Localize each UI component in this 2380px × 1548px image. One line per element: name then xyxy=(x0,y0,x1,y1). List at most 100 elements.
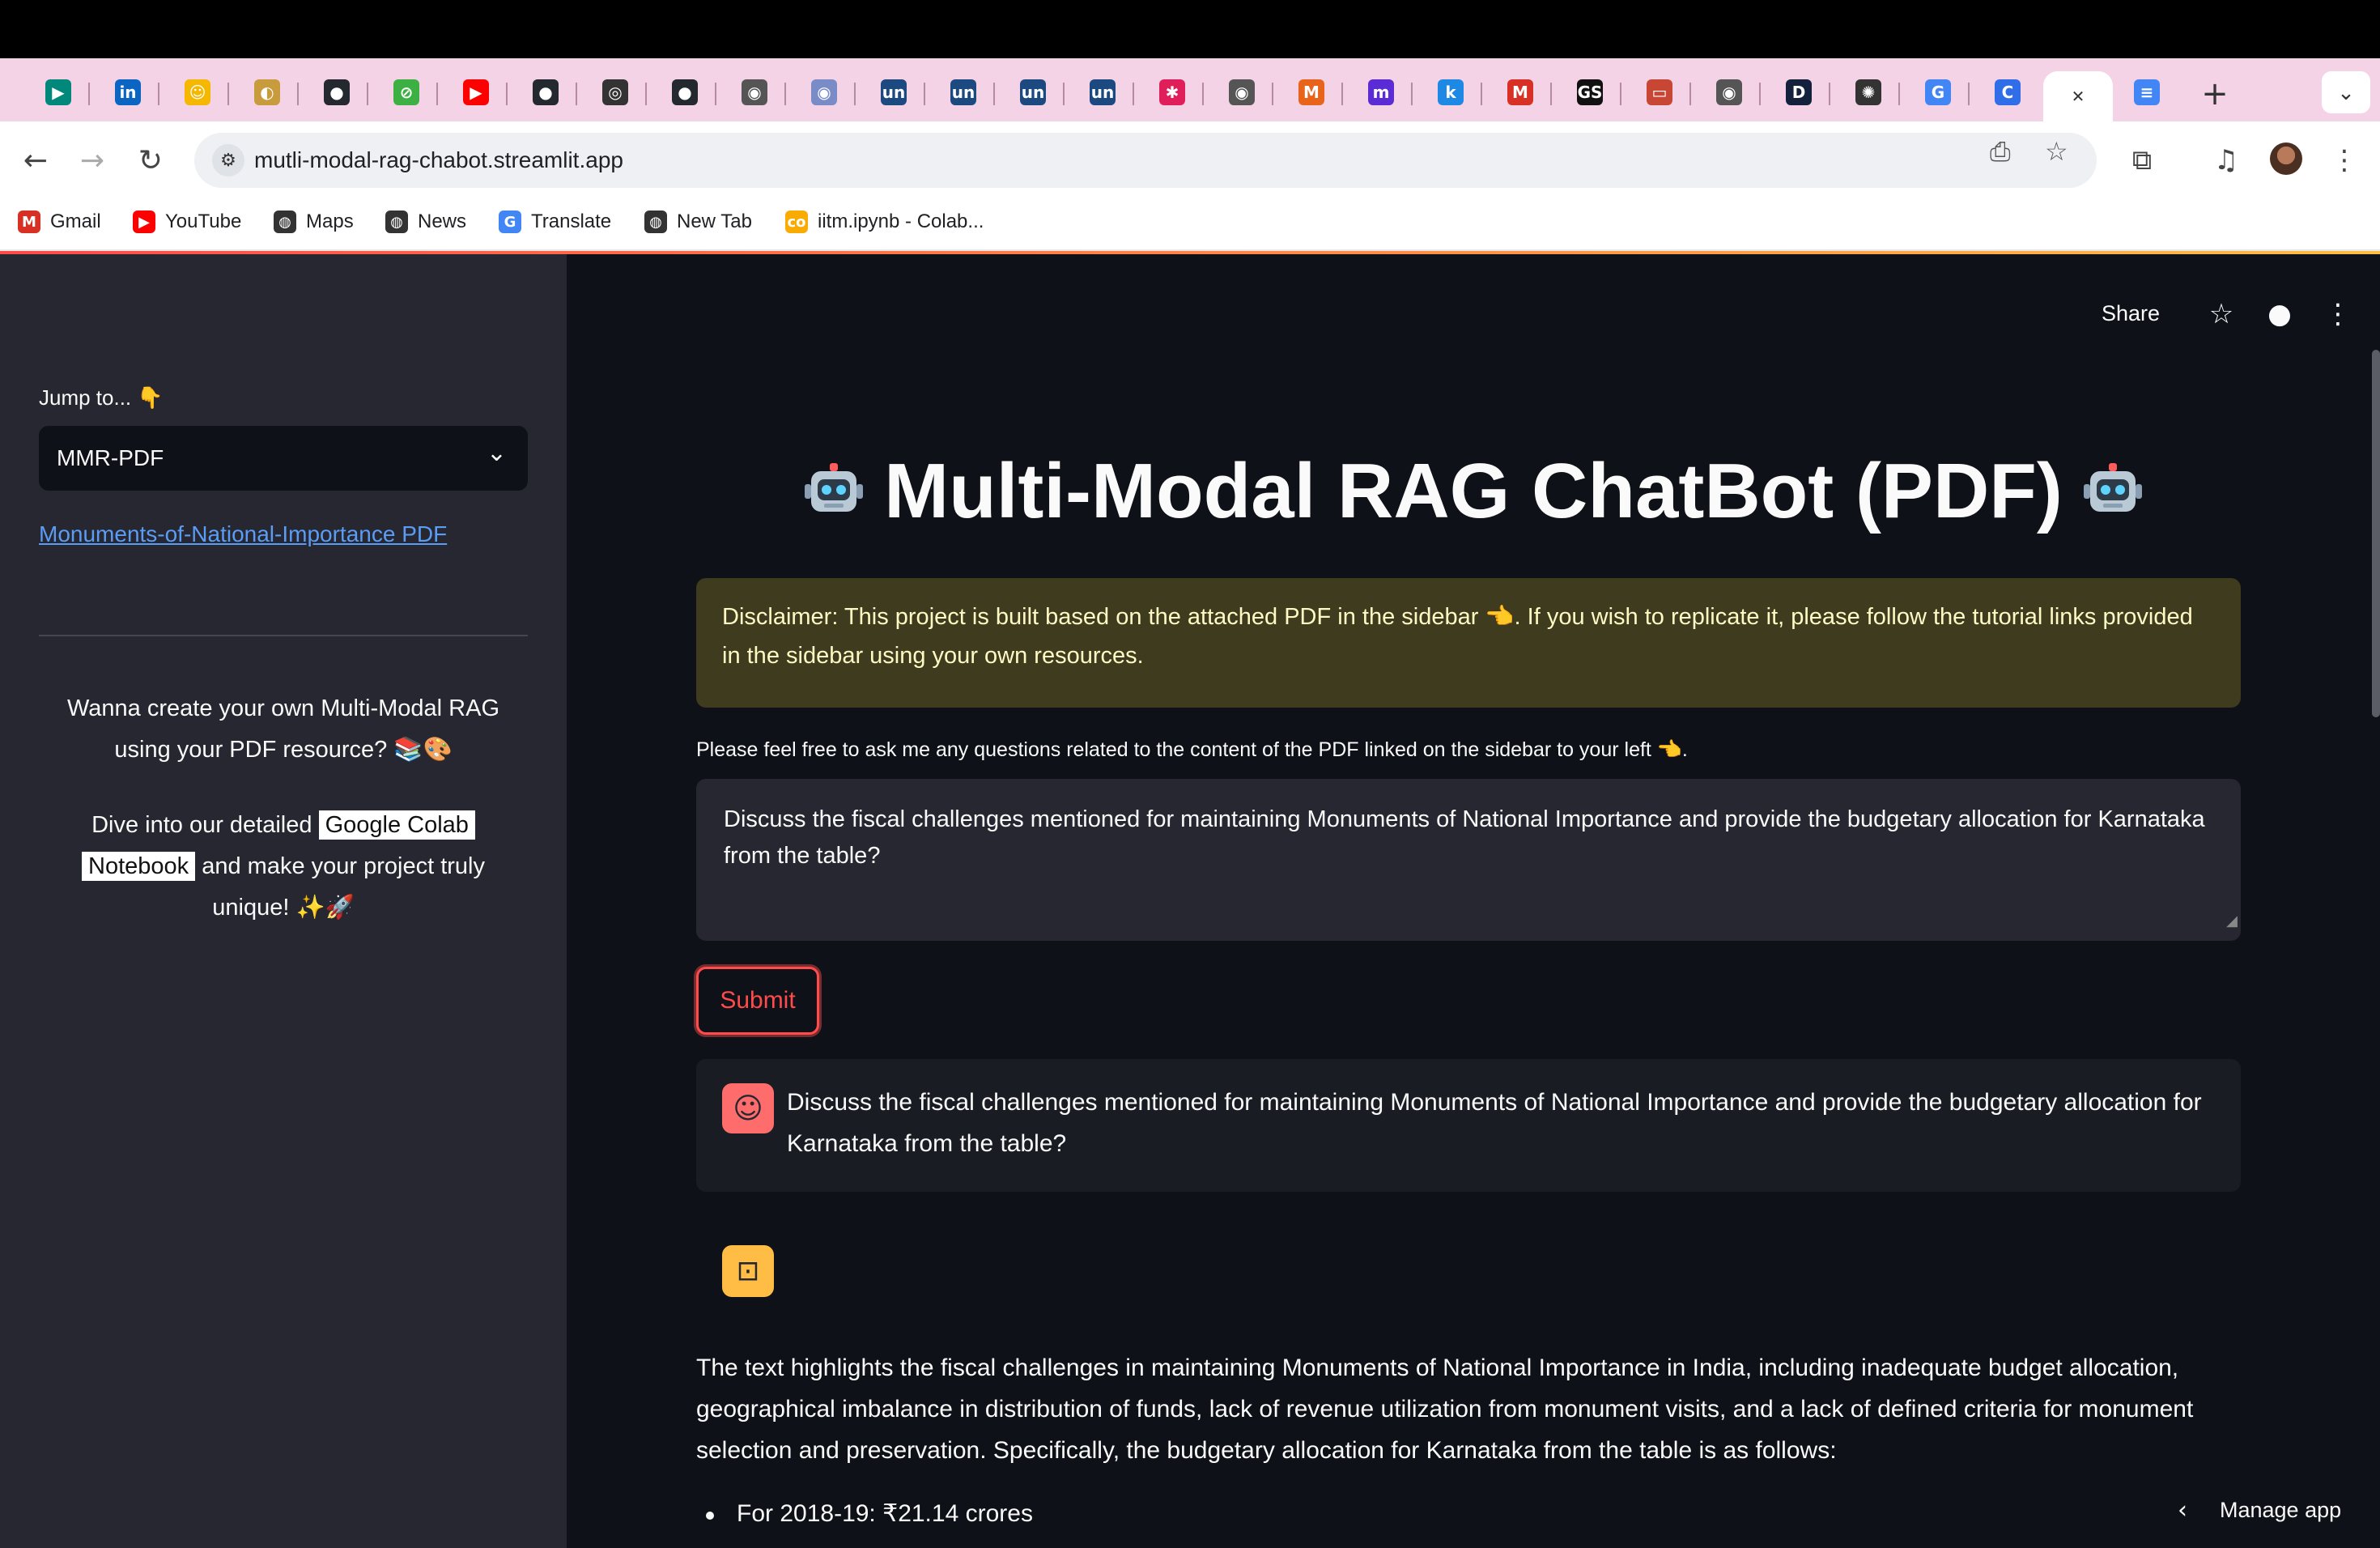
browser-tab[interactable]: un xyxy=(1080,71,1125,113)
browser-tab[interactable]: ▶ xyxy=(36,71,81,113)
github-icon: ● xyxy=(324,79,350,105)
browser-tab[interactable]: ✱ xyxy=(1150,71,1195,113)
github-icon[interactable]: ● xyxy=(2259,293,2301,335)
user-message-text: Discuss the fiscal challenges mentioned … xyxy=(787,1089,2202,1157)
bookmark-label: iitm.ipynb - Colab... xyxy=(818,211,984,232)
globe-icon: ◍ xyxy=(385,211,408,233)
address-bar[interactable]: ⚙ mutli-modal-rag-chabot.streamlit.app xyxy=(194,133,2097,188)
back-arrow-icon[interactable]: ← xyxy=(13,138,58,183)
question-helper-text: Please feel free to ask me any questions… xyxy=(696,738,1688,761)
browser-tab[interactable]: G xyxy=(1915,71,1961,113)
page-title: Multi-Modal RAG ChatBot (PDF) xyxy=(696,447,2250,536)
submit-button[interactable]: Submit xyxy=(696,967,819,1035)
browser-tab[interactable]: D xyxy=(1776,71,1821,113)
browser-tab[interactable]: GS xyxy=(1567,71,1613,113)
docs-icon: ≡ xyxy=(2134,79,2160,105)
browser-tab[interactable]: ◉ xyxy=(732,71,777,113)
tab-separator xyxy=(1550,83,1552,105)
browser-tab[interactable]: M xyxy=(1289,71,1334,113)
tab-separator xyxy=(1202,83,1204,105)
resize-handle-icon[interactable]: ◢ xyxy=(2226,903,2238,939)
scrollbar[interactable] xyxy=(2372,350,2380,717)
browser-tab[interactable]: C xyxy=(1985,71,2030,113)
browser-tab[interactable]: ▭ xyxy=(1637,71,1682,113)
browser-tab[interactable]: ● xyxy=(314,71,359,113)
chevron-down-icon: ⌄ xyxy=(486,439,507,467)
translate-icon: G xyxy=(499,211,521,233)
tab-separator xyxy=(993,83,995,105)
tab-separator xyxy=(1063,83,1065,105)
main-content: Share ☆ ● ⋮ Multi-Modal RAG ChatBot (PDF… xyxy=(567,254,2380,1548)
browser-tab[interactable]: ▶ xyxy=(453,71,499,113)
manage-app-button[interactable]: ‹ Manage app xyxy=(2178,1496,2341,1525)
app-menu-icon[interactable]: ⋮ xyxy=(2317,293,2359,335)
pdf-link[interactable]: Monuments-of-National-Importance PDF xyxy=(39,521,447,547)
unstop-icon: un xyxy=(1020,79,1046,105)
unstop-icon: un xyxy=(1090,79,1116,105)
browser-tab[interactable]: in xyxy=(105,71,151,113)
browser-tab[interactable]: un xyxy=(871,71,916,113)
question-input[interactable]: Discuss the fiscal challenges mentioned … xyxy=(696,779,2241,941)
browser-tab[interactable]: ● xyxy=(662,71,708,113)
chrome-menu-icon[interactable]: ⋮ xyxy=(2322,138,2367,183)
browser-tab[interactable]: ◐ xyxy=(244,71,290,113)
site-info-icon[interactable]: ⚙ xyxy=(212,144,244,176)
colab-icon: co xyxy=(785,211,808,233)
chrome-icon: ◉ xyxy=(1716,79,1742,105)
browser-tab[interactable]: ✕ xyxy=(2043,71,2113,121)
browser-tab[interactable]: M xyxy=(1498,71,1543,113)
chrome-canary-icon: ◉ xyxy=(811,79,837,105)
tab-separator xyxy=(576,83,577,105)
github-icon: ● xyxy=(533,79,559,105)
sidebar: Jump to... 👇 MMR-PDF ⌄ Monuments-of-Nati… xyxy=(0,254,567,1548)
bookmarks-bar: M Gmail ▶ YouTube ◍ Maps ◍ News G Translate ◍ New T… xyxy=(0,198,2380,251)
profile-avatar[interactable] xyxy=(2270,142,2302,175)
unstop-icon: un xyxy=(881,79,907,105)
browser-tab[interactable]: ◎ xyxy=(593,71,638,113)
bookmark-item[interactable]: ◍ Maps xyxy=(274,211,354,233)
browser-tab[interactable]: ◉ xyxy=(1219,71,1264,113)
browser-tab[interactable]: ● xyxy=(523,71,568,113)
gs-app-icon: GS xyxy=(1577,79,1603,105)
close-icon[interactable]: ✕ xyxy=(2065,83,2091,109)
new-tab-button[interactable]: + xyxy=(2192,73,2238,115)
browser-tab[interactable]: ✺ xyxy=(1846,71,1891,113)
bookmark-item[interactable]: ◍ News xyxy=(385,211,466,233)
star-icon[interactable]: ☆ xyxy=(2200,293,2242,335)
forward-arrow-icon[interactable]: → xyxy=(70,138,115,183)
page-select[interactable]: MMR-PDF ⌄ xyxy=(39,426,528,491)
install-app-icon[interactable]: ⎙ xyxy=(1990,136,2011,168)
browser-tab[interactable]: ⊘ xyxy=(384,71,429,113)
unstop-icon: un xyxy=(950,79,976,105)
browser-tab[interactable]: ☺ xyxy=(175,71,220,113)
tab-separator xyxy=(1133,83,1134,105)
colab-notebook-link-cont[interactable]: Notebook xyxy=(82,852,196,881)
share-button[interactable]: Share xyxy=(2102,301,2160,326)
chrome-icon: ◉ xyxy=(1229,79,1255,105)
reload-icon[interactable]: ↻ xyxy=(128,138,173,183)
bookmark-item[interactable]: M Gmail xyxy=(18,211,101,233)
browser-tab[interactable]: un xyxy=(941,71,986,113)
bookmark-item[interactable]: co iitm.ipynb - Colab... xyxy=(785,211,984,233)
bookmark-star-icon[interactable]: ☆ xyxy=(2045,136,2068,167)
bookmark-item[interactable]: ◍ New Tab xyxy=(644,211,752,233)
browser-tab[interactable]: m xyxy=(1358,71,1404,113)
google-meet-icon: ▶ xyxy=(45,79,71,105)
tab-separator xyxy=(436,83,438,105)
browser-tab[interactable]: ◉ xyxy=(1706,71,1752,113)
tab-search-menu-button[interactable]: ⌄ xyxy=(2322,71,2370,113)
address-bar-url[interactable]: mutli-modal-rag-chabot.streamlit.app xyxy=(254,147,623,173)
bookmark-item[interactable]: G Translate xyxy=(499,211,611,233)
bookmark-item[interactable]: ▶ YouTube xyxy=(133,211,241,233)
browser-tab[interactable]: un xyxy=(1010,71,1056,113)
tab-separator xyxy=(1272,83,1273,105)
colab-notebook-link[interactable]: Google Colab xyxy=(318,810,475,840)
media-controls-icon[interactable]: ♫ xyxy=(2204,138,2249,183)
browser-tab[interactable]: k xyxy=(1428,71,1473,113)
bot-icon: ⊡ xyxy=(722,1245,774,1297)
browser-tab[interactable]: ◉ xyxy=(801,71,847,113)
d-app-icon: D xyxy=(1786,79,1812,105)
extensions-icon[interactable]: ⧉ xyxy=(2119,138,2165,183)
browser-tab[interactable]: ≡ xyxy=(2124,71,2170,113)
dive-end: unique! ✨🚀 xyxy=(212,895,355,921)
